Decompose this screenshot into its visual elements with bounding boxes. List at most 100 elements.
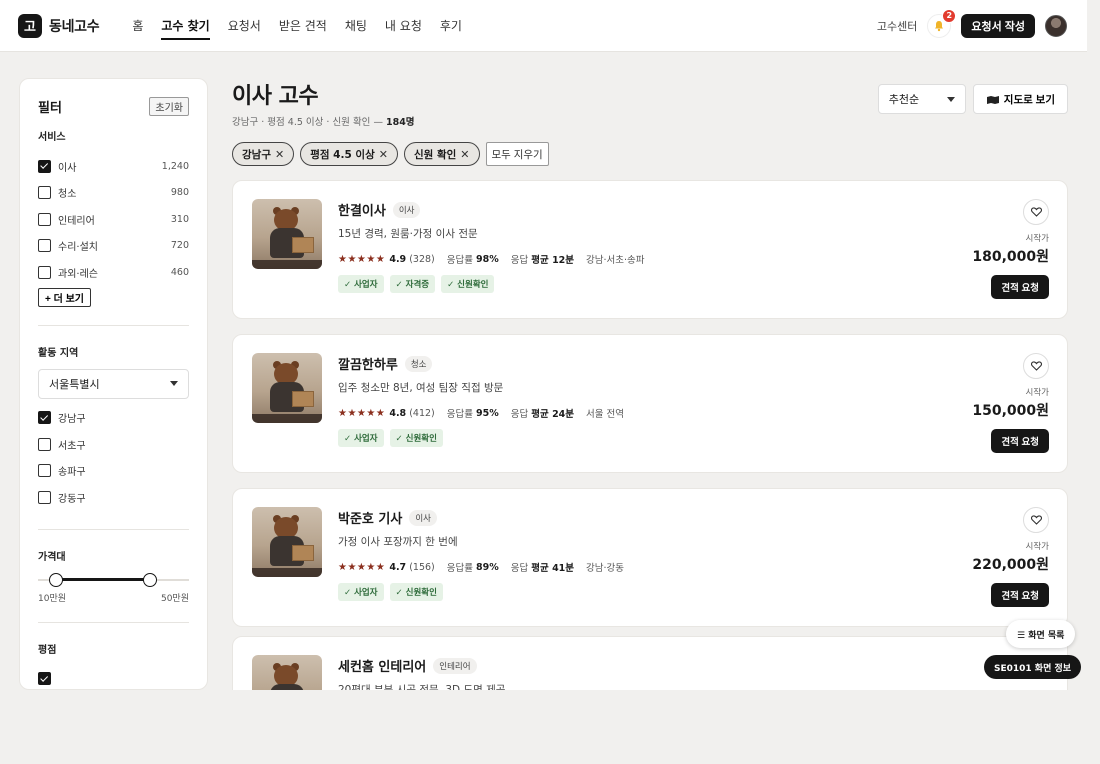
main-nav: 홈 고수 찾기 요청서 받은 견적 채팅 내 요청 후기: [123, 0, 471, 52]
filter-chip[interactable]: 강남구 ✕: [232, 142, 295, 166]
request-quote-button[interactable]: 견적 요청: [991, 275, 1049, 299]
checkbox[interactable]: [38, 490, 51, 504]
chevron-down-icon: [170, 381, 178, 386]
heart-icon: [1030, 361, 1042, 371]
option-label: 송파구: [58, 467, 86, 479]
page-subtitle: 강남구 · 평점 4.5 이상 · 신원 확인 — 184명: [232, 114, 1068, 128]
close-icon[interactable]: ✕: [275, 148, 284, 161]
logo[interactable]: 고 동네고수: [18, 13, 100, 38]
rating-group-label: 평점: [38, 644, 57, 656]
notification-button[interactable]: 2: [927, 8, 957, 38]
favorite-button[interactable]: [1023, 199, 1049, 225]
checkbox[interactable]: [38, 186, 51, 200]
rating-option[interactable]: [38, 666, 189, 690]
write-request-button[interactable]: 요청서 작성: [961, 13, 1035, 38]
option-label: 수리·설치: [58, 242, 98, 254]
checkbox-checked[interactable]: [38, 411, 51, 425]
start-price-label: 시작가: [1025, 388, 1049, 398]
district-option-seocho[interactable]: 서초구: [38, 431, 189, 458]
sort-select[interactable]: 추천순: [877, 84, 966, 114]
clear-all-filters-button[interactable]: 모두 지우기: [485, 142, 549, 166]
price-range-slider[interactable]: [38, 572, 189, 587]
nav-reviews[interactable]: 후기: [431, 0, 471, 52]
nav-requests[interactable]: 요청서: [219, 0, 270, 52]
region-select-value: 서울특별시: [49, 377, 100, 391]
pro-description: 입주 청소만 8년, 여성 팀장 직접 방문: [338, 382, 504, 394]
filter-chip[interactable]: 신원 확인 ✕: [403, 142, 480, 166]
close-icon[interactable]: ✕: [460, 148, 469, 161]
slider-fill: [56, 577, 150, 581]
close-icon[interactable]: ✕: [379, 148, 388, 161]
option-label: 과외·레슨: [58, 268, 98, 280]
pro-card[interactable]: 박준호 기사 이사 가정 이사 포장까지 한 번에 ★★★★★ 4.7 (156)…: [232, 488, 1068, 627]
pro-center-link[interactable]: 고수센터: [877, 18, 917, 34]
checkbox-checked[interactable]: [38, 672, 51, 686]
category-tag: 인테리어: [433, 657, 477, 674]
screen-list-button[interactable]: ☰ 화면 목록: [1006, 620, 1076, 648]
start-price: 220,000원: [972, 557, 1049, 573]
nav-received-quotes[interactable]: 받은 견적: [270, 0, 336, 52]
nav-chat[interactable]: 채팅: [336, 0, 376, 52]
pro-name[interactable]: 세컨홈 인테리어: [338, 656, 426, 675]
service-option-cleaning[interactable]: 청소 980: [38, 180, 189, 207]
nav-my-requests[interactable]: 내 요청: [376, 0, 431, 52]
service-option-interior[interactable]: 인테리어 310: [38, 206, 189, 233]
response-time: 평균 12분: [531, 255, 575, 266]
favorite-button[interactable]: [1023, 507, 1049, 533]
pro-card[interactable]: 세컨홈 인테리어 인테리어 20평대 부분 시공 전문, 3D 도면 제공: [232, 636, 1068, 690]
service-option-repair[interactable]: 수리·설치 720: [38, 233, 189, 260]
request-quote-button[interactable]: 견적 요청: [991, 429, 1049, 453]
pro-name[interactable]: 박준호 기사: [338, 508, 402, 527]
pro-card[interactable]: 한결이사 이사 15년 경력, 원룸·가정 이사 전문 ★★★★★ 4.9 (32…: [232, 180, 1068, 319]
checkbox[interactable]: [38, 464, 51, 478]
response-rate-label: 응답률: [446, 563, 473, 574]
slider-min-handle[interactable]: [49, 572, 63, 587]
page-scrollbar[interactable]: [1087, 0, 1100, 764]
district-option-songpa[interactable]: 송파구: [38, 458, 189, 485]
checkbox[interactable]: [38, 239, 51, 253]
sort-value: 추천순: [888, 93, 920, 106]
service-option-moving[interactable]: 이사 1,240: [38, 153, 189, 180]
chip-label: 강남구: [242, 148, 271, 161]
district-option-gangdong[interactable]: 강동구: [38, 484, 189, 511]
logo-mark: 고: [18, 13, 42, 38]
checkbox[interactable]: [38, 437, 51, 451]
request-quote-button[interactable]: 견적 요청: [991, 583, 1049, 607]
service-group-label: 서비스: [38, 132, 66, 143]
option-count: 720: [170, 240, 189, 252]
service-option-lesson[interactable]: 과외·레슨 460: [38, 259, 189, 286]
nav-home[interactable]: 홈: [123, 0, 152, 52]
divider: [38, 324, 189, 326]
response-time: 평균 41분: [531, 563, 575, 574]
map-view-button[interactable]: 지도로 보기: [972, 84, 1068, 114]
start-price: 150,000원: [972, 403, 1049, 419]
checkbox[interactable]: [38, 212, 51, 226]
nav-find-pro[interactable]: 고수 찾기: [152, 0, 218, 52]
checkbox-checked[interactable]: [38, 159, 51, 173]
divider: [38, 621, 189, 623]
district-option-gangnam[interactable]: 강남구: [38, 405, 189, 432]
verified-badge: ✓ 사업자: [338, 429, 384, 447]
pro-card[interactable]: 깔끔한하루 청소 입주 청소만 8년, 여성 팀장 직접 방문 ★★★★★ 4.8…: [232, 334, 1068, 473]
top-header: 고 동네고수 홈 고수 찾기 요청서 받은 견적 채팅 내 요청 후기 고수센터…: [0, 0, 1087, 52]
reset-filter-button[interactable]: 초기화: [149, 97, 189, 116]
response-rate: 95%: [476, 407, 499, 419]
option-count: 1,240: [161, 160, 189, 172]
favorite-button[interactable]: [1023, 353, 1049, 379]
avatar[interactable]: [1045, 14, 1067, 37]
slider-max-handle[interactable]: [143, 572, 157, 587]
screen-info-button[interactable]: SE0101 화면 정보: [984, 655, 1082, 679]
response-rate-label: 응답률: [446, 255, 473, 266]
heart-icon: [1030, 515, 1042, 525]
rating-value: 4.8: [389, 407, 407, 419]
divider: [38, 528, 189, 530]
more-services-button[interactable]: + 더 보기: [38, 287, 91, 307]
pro-name[interactable]: 깔끔한하루: [338, 354, 398, 373]
region-select[interactable]: 서울특별시: [38, 368, 189, 399]
filter-chip[interactable]: 평점 4.5 이상 ✕: [300, 142, 398, 166]
checkbox[interactable]: [38, 265, 51, 279]
option-label: 청소: [58, 189, 77, 201]
pro-list-clipped: 세컨홈 인테리어 인테리어 20평대 부분 시공 전문, 3D 도면 제공: [232, 636, 1068, 690]
pro-name[interactable]: 한결이사: [338, 200, 386, 219]
heart-icon: [1030, 207, 1042, 217]
